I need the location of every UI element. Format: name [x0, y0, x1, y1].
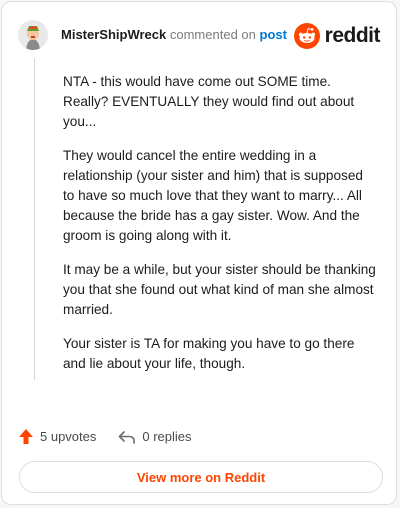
- upvote-button[interactable]: 5 upvotes: [18, 428, 96, 445]
- reply-count: 0 replies: [142, 429, 192, 444]
- reply-button[interactable]: 0 replies: [118, 429, 192, 445]
- comment-paragraph: They would cancel the entire wedding in …: [63, 148, 363, 243]
- view-more-button[interactable]: View more on Reddit: [19, 461, 383, 493]
- comment-actions: 5 upvotes 0 replies: [18, 428, 192, 445]
- comment-header: MisterShipWreck commented on post reddit: [18, 20, 381, 50]
- avatar[interactable]: [18, 20, 48, 50]
- username-link[interactable]: MisterShipWreck: [61, 27, 166, 42]
- comment-byline: MisterShipWreck commented on post: [61, 27, 287, 43]
- user-avatar-icon: [18, 20, 48, 50]
- comment-paragraph: Your sister is TA for making you have to…: [63, 336, 355, 371]
- reddit-brand[interactable]: reddit: [293, 23, 381, 49]
- upvote-count: 5 upvotes: [40, 429, 97, 444]
- comment-paragraph: NTA - this would have come out SOME time…: [63, 74, 355, 129]
- thread-line: [34, 58, 35, 380]
- reddit-wordmark: reddit: [324, 24, 381, 47]
- comment-body: NTA - this would have come out SOME time…: [63, 72, 377, 388]
- post-link[interactable]: post: [260, 27, 287, 42]
- reply-arrow-icon: [119, 430, 136, 444]
- upvote-arrow-icon: [19, 429, 33, 444]
- comment-paragraph: It may be a while, but your sister shoul…: [63, 262, 376, 317]
- reddit-logo-icon: [293, 23, 320, 49]
- action-text: commented on: [169, 27, 256, 42]
- comment-card: MisterShipWreck commented on post reddit…: [1, 1, 397, 505]
